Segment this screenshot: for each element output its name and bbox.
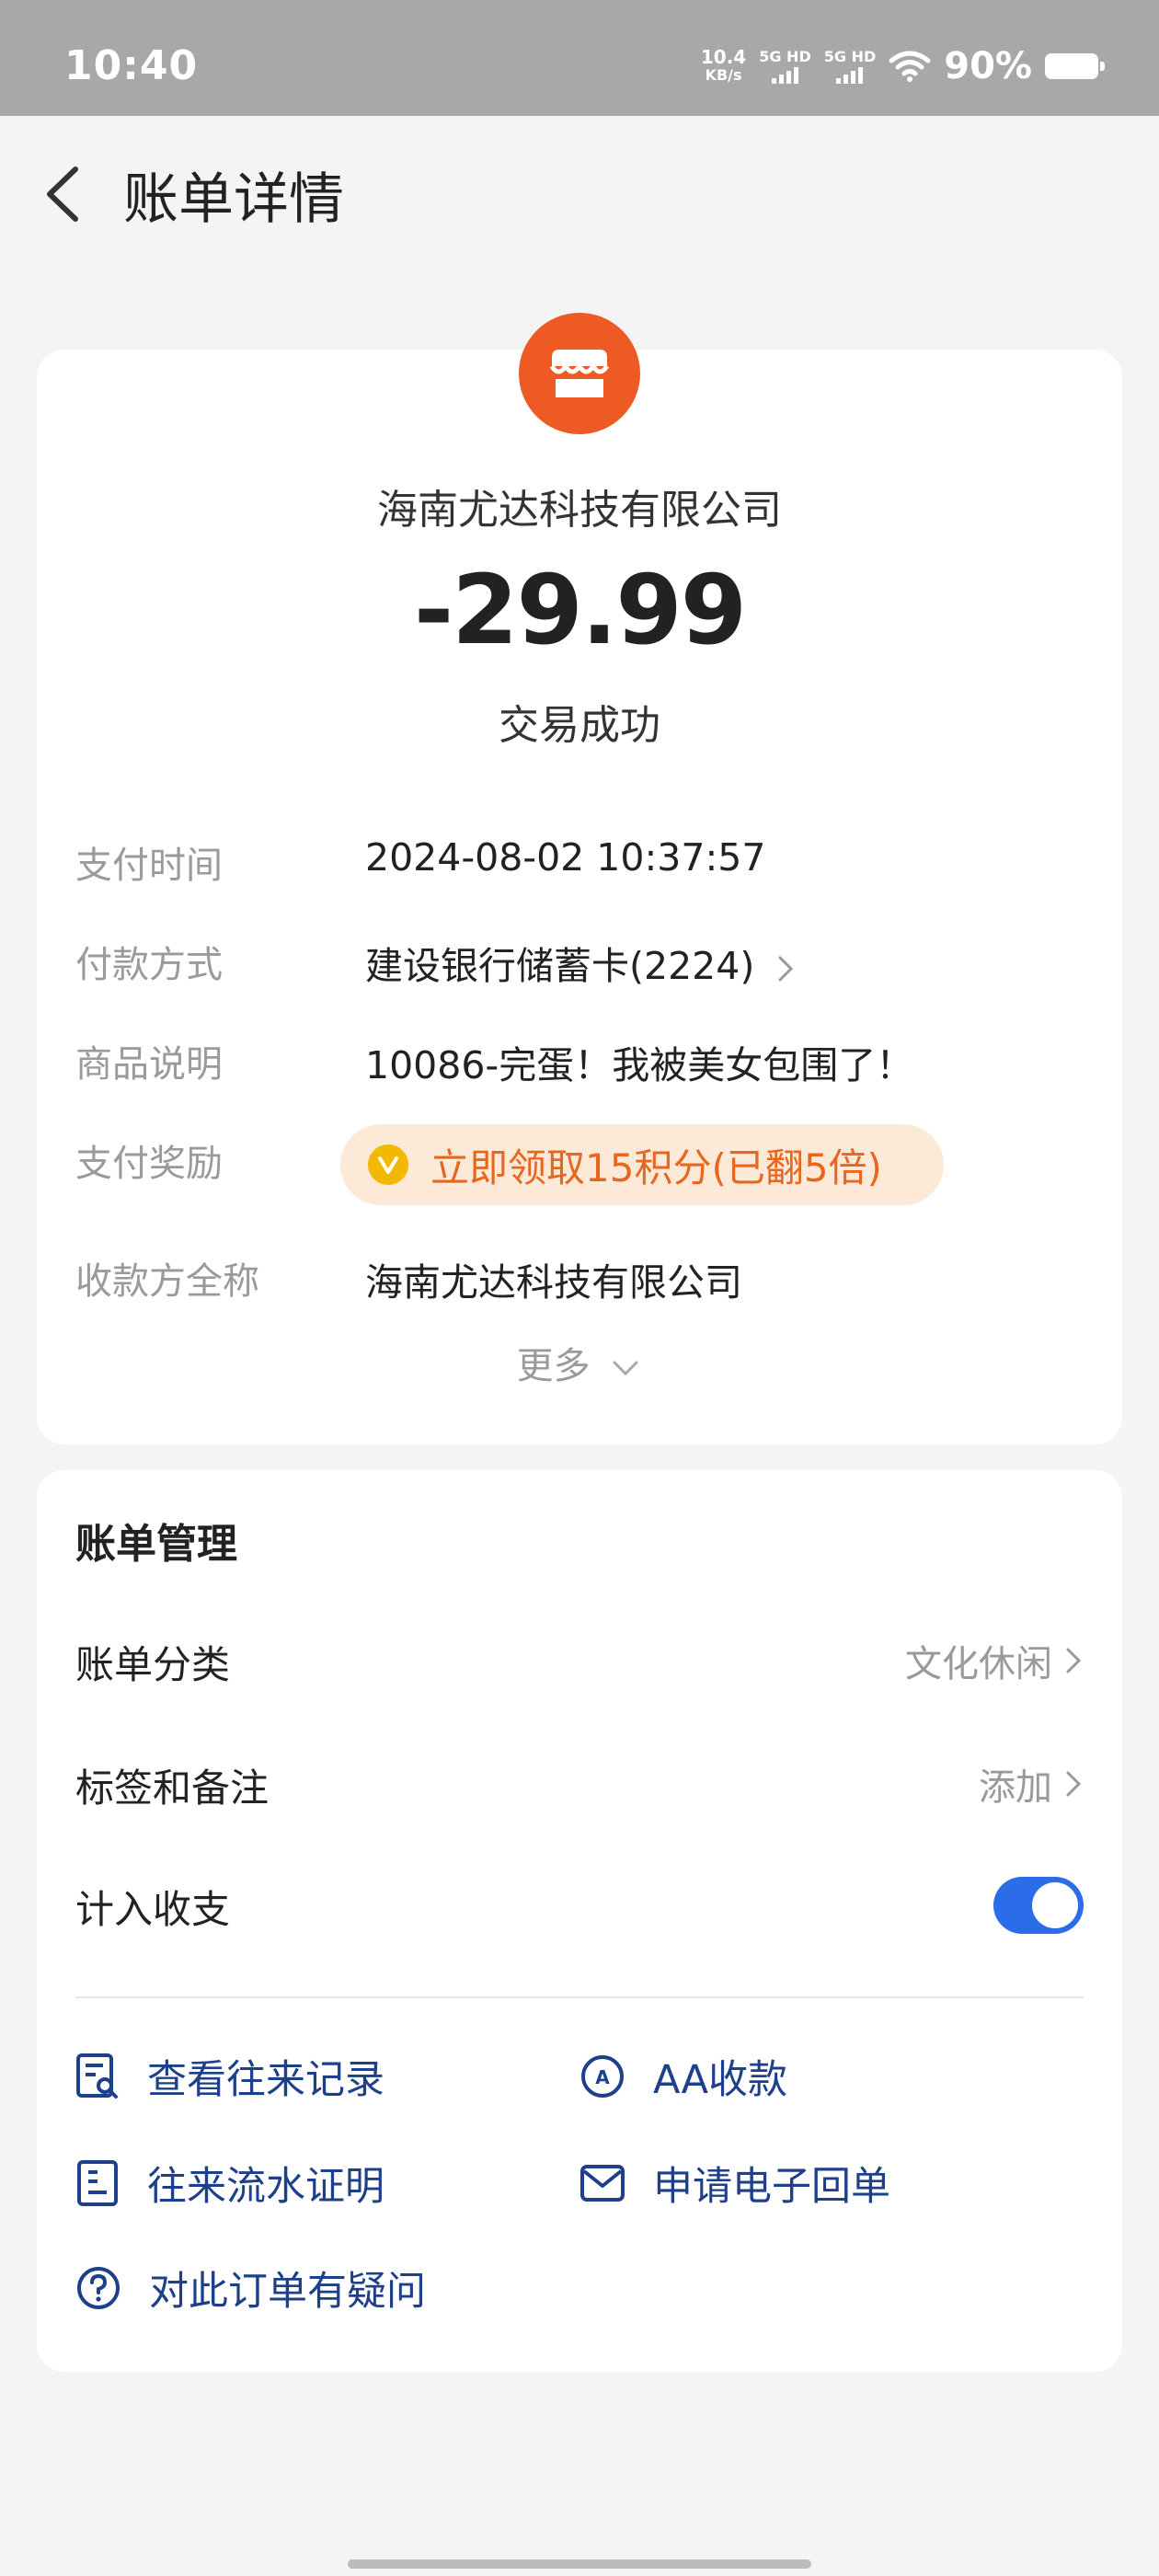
page-title: 账单详情 (123, 167, 344, 232)
bill-management-card: 账单管理 账单分类 文化休闲 标签和备注 添加 计入收支 查看往来记录 A AA… (37, 1470, 1122, 2372)
record-search-icon (76, 2053, 118, 2099)
order-question-link[interactable]: 对此订单有疑问 (75, 2260, 426, 2317)
e-receipt-link[interactable]: 申请电子回单 (580, 2155, 890, 2212)
aa-icon: A (581, 2055, 624, 2098)
mail-icon (580, 2165, 625, 2202)
category-selector[interactable]: 文化休闲 (905, 1634, 1084, 1687)
nav-header: 账单详情 (0, 116, 1159, 272)
transaction-amount: -29.99 (413, 554, 747, 666)
detail-label-description: 商品说明 (75, 1043, 223, 1086)
status-time: 10:40 (64, 42, 199, 89)
include-in-budget-toggle[interactable] (993, 1877, 1084, 1934)
detail-value-description: 10086-完蛋！我被美女包围了！ (365, 1043, 914, 1087)
reward-claim-button[interactable]: 立即领取15积分(已翻5倍) (340, 1124, 944, 1205)
aa-collect-link[interactable]: A AA收款 (580, 2048, 787, 2105)
chevron-right-icon (1066, 1648, 1082, 1673)
detail-value-pay-method[interactable]: 建设银行储蓄卡(2224) (365, 935, 796, 990)
transaction-status: 交易成功 (499, 702, 660, 749)
detail-label-reward: 支付奖励 (75, 1143, 223, 1185)
detail-label-payee: 收款方全称 (75, 1260, 259, 1303)
statement-proof-link[interactable]: 往来流水证明 (75, 2155, 384, 2212)
detail-value-pay-time: 2024-08-02 10:37:57 (365, 835, 766, 880)
tags-notes-label: 标签和备注 (75, 1765, 270, 1811)
chevron-right-icon (1066, 1771, 1082, 1797)
detail-value-payee: 海南尤达科技有限公司 (365, 1260, 742, 1305)
more-button[interactable]: 更多 (37, 1336, 1122, 1389)
category-label: 账单分类 (75, 1642, 231, 1687)
signal-icon: 5G HD (759, 49, 811, 84)
network-speed: 10.4 KB/s (700, 46, 747, 84)
status-bar: 10:40 10.4 KB/s 5G HD 5G HD 90% (0, 0, 1159, 116)
reward-text: 立即领取15积分(已翻5倍) (430, 1144, 882, 1190)
coin-icon (368, 1144, 408, 1185)
include-in-budget-label: 计入收支 (75, 1887, 231, 1932)
battery-level: 90% (944, 45, 1032, 87)
tags-notes-add[interactable]: 添加 (979, 1757, 1084, 1811)
detail-label-pay-time: 支付时间 (75, 845, 223, 887)
svg-text:A: A (595, 2066, 610, 2088)
question-icon (77, 2267, 120, 2309)
chevron-right-icon (778, 956, 794, 982)
battery-icon (1045, 53, 1105, 79)
section-title: 账单管理 (75, 1521, 237, 1568)
chevron-down-icon (613, 1361, 638, 1376)
bill-summary-card: 海南尤达科技有限公司 -29.99 交易成功 支付时间 2024-08-02 1… (37, 313, 1122, 1444)
chevron-left-icon[interactable] (39, 162, 94, 226)
status-indicators: 10.4 KB/s 5G HD 5G HD 90% (700, 44, 1105, 88)
detail-label-pay-method: 付款方式 (75, 944, 223, 986)
store-icon (519, 313, 640, 434)
view-records-link[interactable]: 查看往来记录 (75, 2048, 384, 2105)
divider (75, 1996, 1084, 1998)
home-indicator[interactable] (348, 2559, 811, 2569)
merchant-name: 海南尤达科技有限公司 (377, 487, 782, 534)
wifi-icon (889, 51, 931, 82)
signal-icon: 5G HD (824, 49, 876, 84)
statement-icon (77, 2160, 118, 2206)
